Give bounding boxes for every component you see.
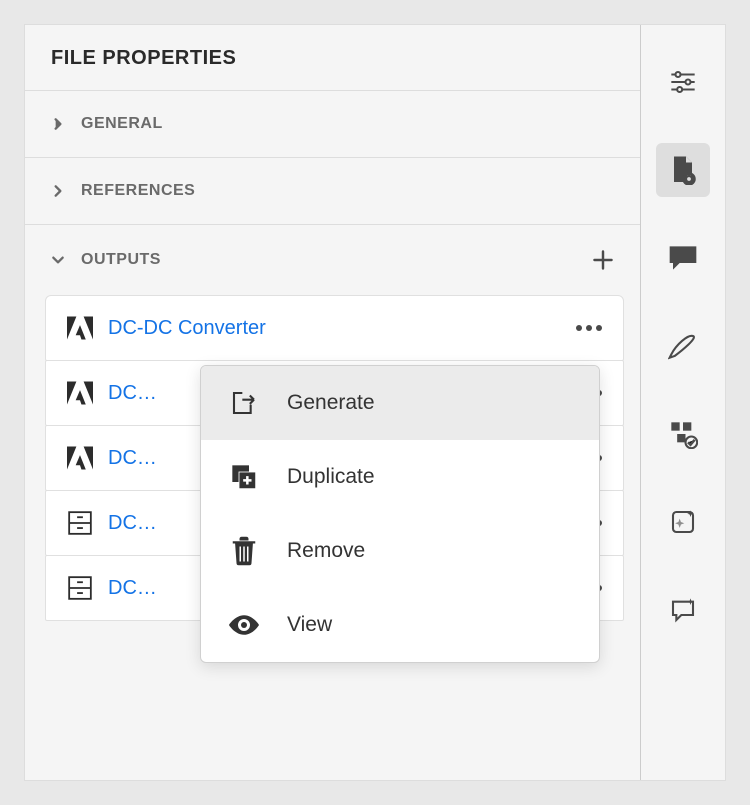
section-references[interactable]: REFERENCES xyxy=(25,158,640,225)
output-title: DC-DC Converter xyxy=(108,577,158,600)
rail-sparkle-box[interactable] xyxy=(656,495,710,549)
outputs-list: DC-DC Converter DC-DC Converter xyxy=(25,295,640,640)
main-panel: FILE PROPERTIES GENERAL REFERENCES xyxy=(25,25,641,780)
adobe-icon xyxy=(66,379,94,407)
rail-components[interactable] xyxy=(656,407,710,461)
add-output-button[interactable] xyxy=(592,249,614,271)
export-icon xyxy=(229,388,259,418)
menu-item-label: Remove xyxy=(287,539,365,563)
rail-edit[interactable] xyxy=(656,319,710,373)
cabinet-icon xyxy=(66,509,94,537)
right-rail xyxy=(641,25,725,780)
section-outputs: OUTPUTS DC-DC Converter xyxy=(25,225,640,640)
menu-item-generate[interactable]: Generate xyxy=(201,366,599,440)
eye-icon xyxy=(229,610,259,640)
section-outputs-header[interactable]: OUTPUTS xyxy=(25,225,640,295)
menu-item-duplicate[interactable]: Duplicate xyxy=(201,440,599,514)
output-title: DC-DC Converter xyxy=(108,382,158,405)
duplicate-icon xyxy=(229,462,259,492)
file-properties-panel: FILE PROPERTIES GENERAL REFERENCES xyxy=(24,24,726,781)
cabinet-icon xyxy=(66,574,94,602)
menu-item-remove[interactable]: Remove xyxy=(201,514,599,588)
menu-item-label: View xyxy=(287,613,332,637)
menu-item-view[interactable]: View xyxy=(201,588,599,662)
rail-file-properties[interactable] xyxy=(656,143,710,197)
output-title: DC-DC Converter xyxy=(108,317,575,340)
rail-comments[interactable] xyxy=(656,231,710,285)
section-label: GENERAL xyxy=(81,115,163,133)
section-general[interactable]: GENERAL xyxy=(25,91,640,158)
chevron-right-icon xyxy=(51,117,65,131)
output-title: DC-DC Converter xyxy=(108,447,158,470)
rail-sparkle-chat[interactable] xyxy=(656,583,710,637)
adobe-icon xyxy=(66,314,94,342)
menu-item-label: Duplicate xyxy=(287,465,375,489)
section-label: REFERENCES xyxy=(81,182,195,200)
more-options-button[interactable] xyxy=(575,324,603,332)
menu-item-label: Generate xyxy=(287,391,375,415)
adobe-icon xyxy=(66,444,94,472)
chevron-down-icon xyxy=(51,253,65,267)
trash-icon xyxy=(229,536,259,566)
chevron-right-icon xyxy=(51,184,65,198)
panel-title: FILE PROPERTIES xyxy=(25,25,640,91)
section-label: OUTPUTS xyxy=(81,251,161,269)
output-title: DC-DC Converter xyxy=(108,512,158,535)
rail-settings[interactable] xyxy=(656,55,710,109)
output-context-menu: Generate Duplicate Remove xyxy=(200,365,600,663)
output-item[interactable]: DC-DC Converter xyxy=(45,295,624,361)
